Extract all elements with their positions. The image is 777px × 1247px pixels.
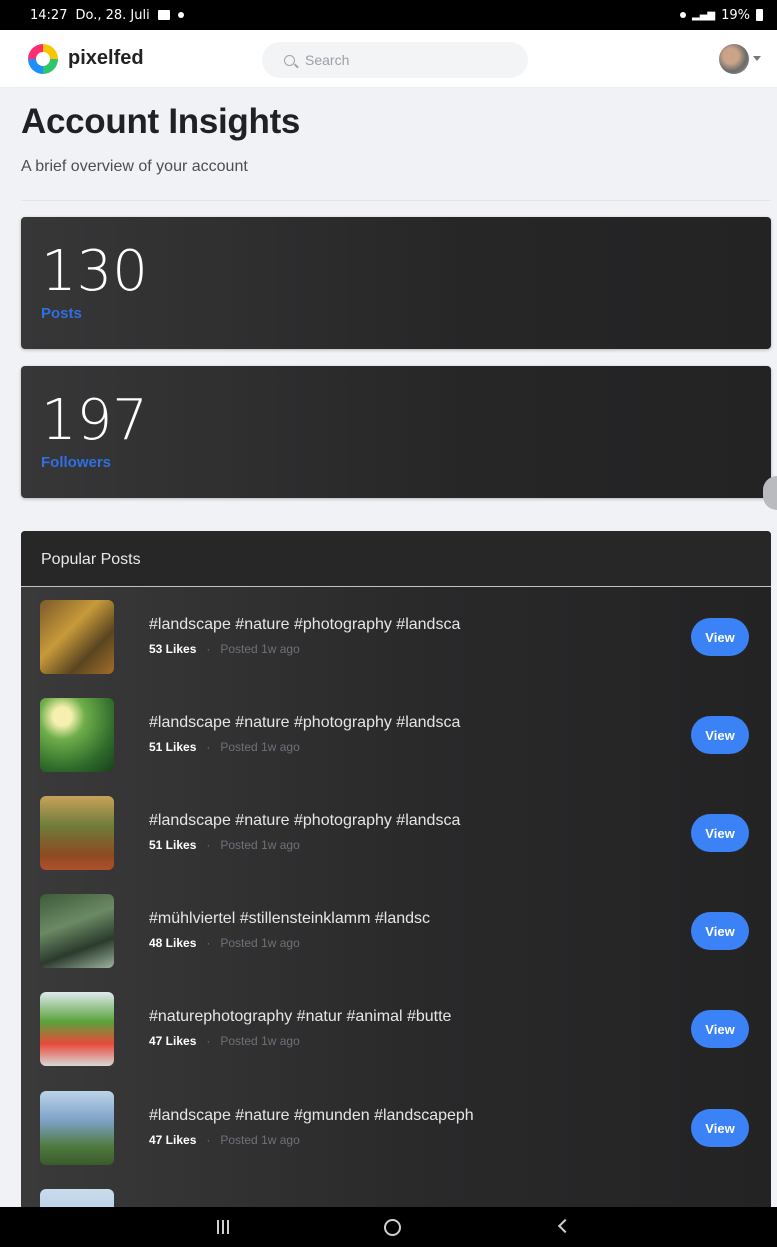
page-title: Account Insights xyxy=(21,102,301,141)
post-likes: 48 Likes xyxy=(149,936,197,950)
battery-icon xyxy=(756,9,763,21)
status-date: Do., 28. Juli xyxy=(75,7,150,23)
meta-separator: · xyxy=(206,936,211,950)
post-likes: 47 Likes xyxy=(149,1034,197,1048)
post-thumbnail[interactable] xyxy=(40,698,114,772)
meta-separator: · xyxy=(206,740,211,754)
pixelfed-logo-icon[interactable] xyxy=(28,43,58,74)
meta-separator: · xyxy=(206,1034,211,1048)
post-date: Posted 1w ago xyxy=(220,642,300,656)
post-meta: 51 Likes · Posted 1w ago xyxy=(149,740,300,754)
post-thumbnail[interactable] xyxy=(40,992,114,1066)
search-icon xyxy=(284,54,295,66)
list-item xyxy=(21,1189,771,1207)
recents-icon[interactable] xyxy=(217,1220,231,1234)
post-caption: #mühlviertel #stillensteinklamm #landsc xyxy=(149,910,431,927)
view-button[interactable]: View xyxy=(691,814,749,852)
status-time: 14:27 xyxy=(30,7,68,23)
view-button[interactable]: View xyxy=(691,618,749,656)
signal-icon: ▂▄▆ xyxy=(692,9,716,21)
post-meta: 47 Likes · Posted 1w ago xyxy=(149,1034,300,1048)
search-placeholder: Search xyxy=(305,52,350,68)
post-date: Posted 1w ago xyxy=(220,1133,300,1147)
popular-posts-title: Popular Posts xyxy=(21,531,771,587)
view-button[interactable]: View xyxy=(691,912,749,950)
brand-name[interactable]: pixelfed xyxy=(68,47,144,70)
post-likes: 53 Likes xyxy=(149,642,197,656)
post-meta: 51 Likes · Posted 1w ago xyxy=(149,838,300,852)
post-caption: #landscape #nature #photography #landsca xyxy=(149,812,461,829)
post-date: Posted 1w ago xyxy=(220,936,300,950)
avatar[interactable] xyxy=(719,44,749,74)
page-subtitle: A brief overview of your account xyxy=(21,158,248,175)
top-navbar: pixelfed Search xyxy=(0,30,777,88)
meta-separator: · xyxy=(206,1133,211,1147)
list-item: #landscape #nature #gmunden #landscapeph… xyxy=(21,1091,771,1181)
post-meta: 53 Likes · Posted 1w ago xyxy=(149,642,300,656)
list-item: #landscape #nature #photography #landsca… xyxy=(21,600,771,690)
posts-count: 130 xyxy=(41,239,148,304)
post-thumbnail[interactable] xyxy=(40,894,114,968)
post-likes: 47 Likes xyxy=(149,1133,197,1147)
post-thumbnail[interactable] xyxy=(40,600,114,674)
view-button[interactable]: View xyxy=(691,716,749,754)
post-caption: #landscape #nature #gmunden #landscapeph xyxy=(149,1107,474,1124)
gallery-notification-icon xyxy=(157,10,170,20)
view-button[interactable]: View xyxy=(691,1010,749,1048)
list-item: #landscape #nature #photography #landsca… xyxy=(21,698,771,788)
post-meta: 47 Likes · Posted 1w ago xyxy=(149,1133,300,1147)
popular-posts-card: Popular Posts #landscape #nature #photog… xyxy=(21,531,771,1207)
followers-stat-card: 197 Followers xyxy=(21,366,771,498)
scroll-handle[interactable] xyxy=(763,476,777,510)
divider xyxy=(21,200,771,201)
followers-count: 197 xyxy=(41,388,148,453)
post-thumbnail[interactable] xyxy=(40,796,114,870)
meta-separator: · xyxy=(206,838,211,852)
system-nav-bar xyxy=(0,1207,777,1247)
notification-dot-icon xyxy=(177,12,184,18)
chevron-down-icon[interactable] xyxy=(753,56,761,61)
posts-stat-card: 130 Posts xyxy=(21,217,771,349)
list-item: #mühlviertel #stillensteinklamm #landsc … xyxy=(21,894,771,984)
post-thumbnail[interactable] xyxy=(40,1091,114,1165)
post-date: Posted 1w ago xyxy=(220,740,300,754)
back-icon[interactable] xyxy=(557,1218,573,1234)
meta-separator: · xyxy=(206,642,211,656)
post-date: Posted 1w ago xyxy=(220,1034,300,1048)
posts-label[interactable]: Posts xyxy=(41,305,82,322)
post-caption: #naturephotography #natur #animal #butte xyxy=(149,1008,452,1025)
post-caption: #landscape #nature #photography #landsca xyxy=(149,616,461,633)
post-date: Posted 1w ago xyxy=(220,838,300,852)
post-caption: #landscape #nature #photography #landsca xyxy=(149,714,461,731)
search-input[interactable]: Search xyxy=(262,42,528,78)
post-likes: 51 Likes xyxy=(149,838,197,852)
alarm-icon xyxy=(680,12,687,18)
list-item: #naturephotography #natur #animal #butte… xyxy=(21,992,771,1082)
battery-percent: 19% xyxy=(721,7,750,23)
status-bar: 14:27 Do., 28. Juli ▂▄▆ 19% xyxy=(0,0,777,30)
view-button[interactable]: View xyxy=(691,1109,749,1147)
post-likes: 51 Likes xyxy=(149,740,197,754)
home-icon[interactable] xyxy=(384,1219,401,1236)
list-item: #landscape #nature #photography #landsca… xyxy=(21,796,771,886)
followers-label[interactable]: Followers xyxy=(41,454,111,471)
post-thumbnail[interactable] xyxy=(40,1189,114,1207)
post-meta: 48 Likes · Posted 1w ago xyxy=(149,936,300,950)
